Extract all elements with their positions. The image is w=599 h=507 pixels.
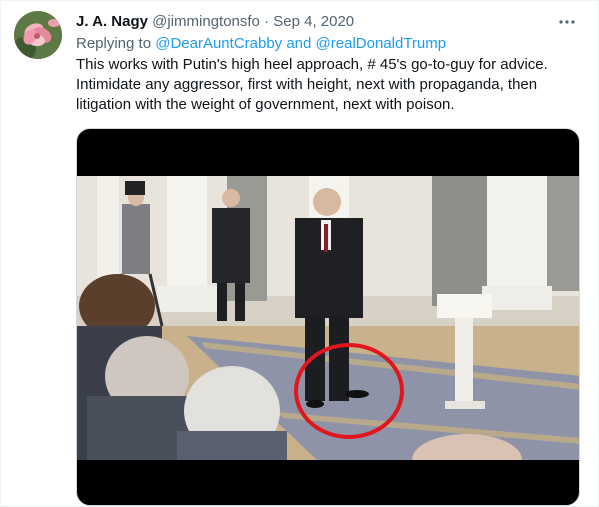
replying-and: and	[282, 35, 316, 52]
more-horizontal-icon[interactable]	[554, 9, 580, 35]
replying-prefix: Replying to	[76, 35, 156, 52]
tweet-header: J. A. Nagy @jimmingtonsfo · Sep 4, 2020	[76, 12, 354, 32]
flower-avatar-image	[14, 11, 62, 59]
video-frame	[77, 176, 579, 460]
display-name[interactable]: J. A. Nagy	[76, 13, 148, 30]
replying-user-link-1[interactable]: @DearAuntCrabby	[155, 35, 282, 52]
user-handle[interactable]: @jimmingtonsfo	[152, 13, 260, 30]
tweet-date[interactable]: Sep 4, 2020	[273, 13, 354, 30]
tweet-card[interactable]: J. A. Nagy @jimmingtonsfo · Sep 4, 2020 …	[0, 0, 599, 507]
avatar[interactable]	[14, 11, 62, 59]
header-separator: ·	[259, 13, 274, 30]
replying-user-link-2[interactable]: @realDonaldTrump	[316, 35, 447, 52]
tweet-video[interactable]	[76, 128, 580, 506]
tweet-body: This works with Putin's high heel approa…	[76, 56, 548, 113]
replying-to-line: Replying to @DearAuntCrabby and @realDon…	[76, 34, 446, 54]
